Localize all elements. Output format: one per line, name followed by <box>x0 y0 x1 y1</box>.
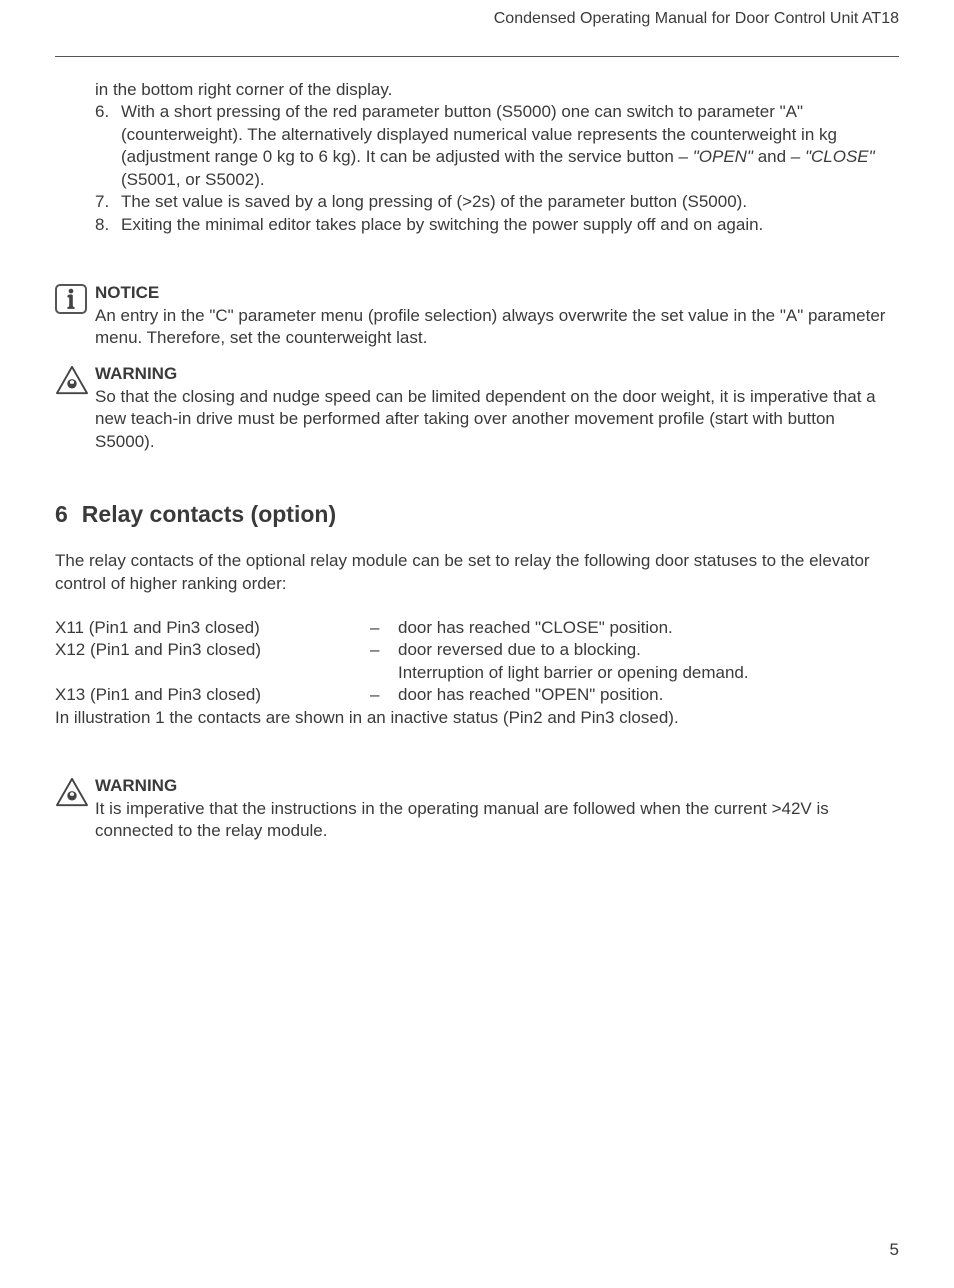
dash: – <box>370 617 398 639</box>
warning-title: WARNING <box>95 363 899 385</box>
page-number: 5 <box>890 1240 899 1260</box>
notice-title: NOTICE <box>95 282 899 304</box>
header-title: Condensed Operating Manual for Door Cont… <box>55 10 899 28</box>
icon-column <box>55 282 95 349</box>
section-heading: 6 Relay contacts (option) <box>55 501 899 528</box>
warning-icon <box>55 365 89 395</box>
warning-callout: WARNING It is imperative that the instru… <box>55 775 899 842</box>
info-icon <box>55 284 87 314</box>
notice-body: An entry in the "C" parameter menu (prof… <box>95 305 899 350</box>
list-text: Exiting the minimal editor takes place b… <box>121 214 899 236</box>
warning-title: WARNING <box>95 775 899 797</box>
warning-icon <box>55 777 89 807</box>
relay-pin-label: X12 (Pin1 and Pin3 closed) <box>55 639 370 661</box>
header-divider <box>55 56 899 57</box>
notice-callout: NOTICE An entry in the "C" parameter men… <box>55 282 899 349</box>
dash: – <box>370 684 398 706</box>
dash: – <box>370 639 398 661</box>
warning-body: So that the closing and nudge speed can … <box>95 386 899 453</box>
icon-column <box>55 775 95 842</box>
relay-table: X11 (Pin1 and Pin3 closed) – door has re… <box>55 617 899 707</box>
warning-callout: WARNING So that the closing and nudge sp… <box>55 363 899 453</box>
list-number: 8. <box>95 214 121 236</box>
emphasis: "CLOSE" <box>805 147 875 166</box>
ordered-list: 6. With a short pressing of the red para… <box>95 101 899 236</box>
section-intro: The relay contacts of the optional relay… <box>55 550 899 595</box>
emphasis: "OPEN" <box>693 147 753 166</box>
table-row: X11 (Pin1 and Pin3 closed) – door has re… <box>55 617 899 639</box>
content-area: in the bottom right corner of the displa… <box>55 79 899 843</box>
list-item: 6. With a short pressing of the red para… <box>95 101 899 191</box>
relay-pin-label: X13 (Pin1 and Pin3 closed) <box>55 684 370 706</box>
relay-pin-label: X11 (Pin1 and Pin3 closed) <box>55 617 370 639</box>
text-fragment: (S5001, or S5002). <box>121 170 265 189</box>
list-number: 7. <box>95 191 121 213</box>
table-row: X13 (Pin1 and Pin3 closed) – door has re… <box>55 684 899 706</box>
table-row: Interruption of light barrier or opening… <box>55 662 899 684</box>
list-number: 6. <box>95 101 121 191</box>
relay-status-text: door has reached "OPEN" position. <box>398 684 899 706</box>
page: Condensed Operating Manual for Door Cont… <box>0 0 954 1288</box>
table-row: X12 (Pin1 and Pin3 closed) – door revers… <box>55 639 899 661</box>
continued-paragraph: in the bottom right corner of the displa… <box>95 79 899 101</box>
icon-column <box>55 363 95 453</box>
section-title: Relay contacts (option) <box>82 501 336 528</box>
info-glyph-icon <box>62 288 80 310</box>
callout-text: NOTICE An entry in the "C" parameter men… <box>95 282 899 349</box>
text-fragment: and – <box>753 147 805 166</box>
relay-status-text: door reversed due to a blocking. <box>398 639 899 661</box>
relay-status-text: door has reached "CLOSE" position. <box>398 617 899 639</box>
relay-note: In illustration 1 the contacts are shown… <box>55 707 899 729</box>
callout-text: WARNING It is imperative that the instru… <box>95 775 899 842</box>
relay-status-text: Interruption of light barrier or opening… <box>398 662 899 684</box>
callout-text: WARNING So that the closing and nudge sp… <box>95 363 899 453</box>
list-item: 8. Exiting the minimal editor takes plac… <box>95 214 899 236</box>
warning-body: It is imperative that the instructions i… <box>95 798 899 843</box>
list-item: 7. The set value is saved by a long pres… <box>95 191 899 213</box>
section-number: 6 <box>55 501 68 528</box>
list-text: With a short pressing of the red paramet… <box>121 101 899 191</box>
relay-pin-label <box>55 662 370 684</box>
list-text: The set value is saved by a long pressin… <box>121 191 899 213</box>
dash <box>370 662 398 684</box>
